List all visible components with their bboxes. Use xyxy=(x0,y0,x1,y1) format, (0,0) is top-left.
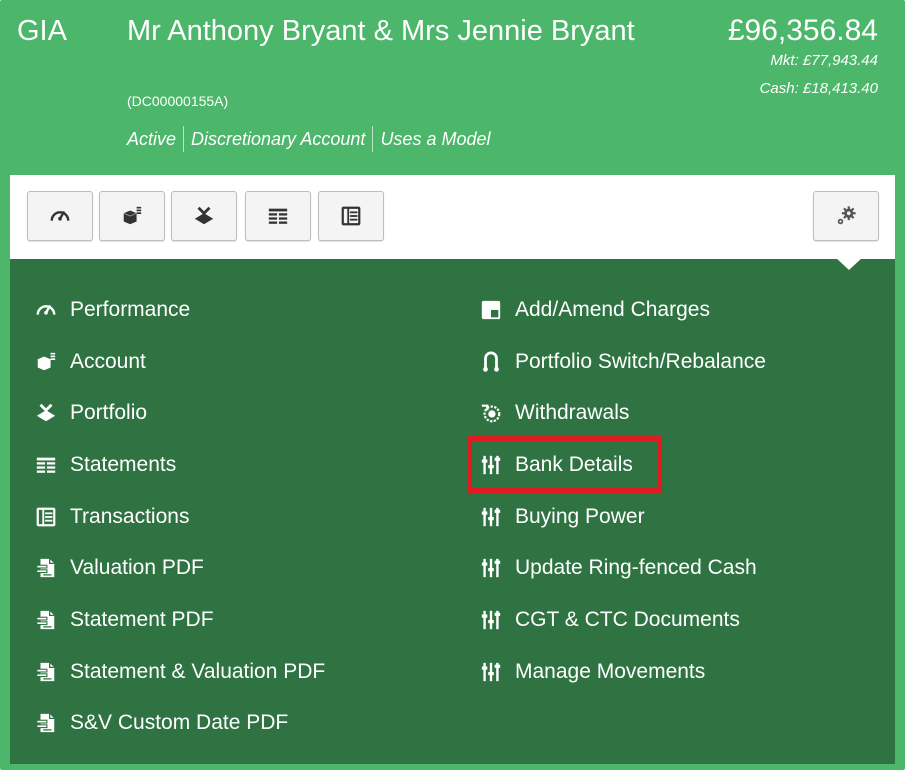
menu-pointer-caret xyxy=(835,257,863,270)
menu-item-statements[interactable]: Statements xyxy=(34,450,176,480)
sliders-icon xyxy=(480,609,502,631)
pdf-document-icon xyxy=(35,557,57,579)
menu-item-label: Add/Amend Charges xyxy=(515,298,710,321)
cash-value: Cash: £18,413.40 xyxy=(759,80,878,97)
withdrawals-icon xyxy=(480,402,502,424)
account-cube-icon xyxy=(121,205,143,227)
menu-item-buying-power[interactable]: Buying Power xyxy=(479,502,645,532)
menu-item-label: S&V Custom Date PDF xyxy=(70,711,289,734)
settings-button[interactable] xyxy=(813,191,879,241)
gears-icon xyxy=(835,205,857,227)
menu-item-transactions[interactable]: Transactions xyxy=(34,502,189,532)
menu-item-label: Valuation PDF xyxy=(70,556,204,579)
menu-item-label: CGT & CTC Documents xyxy=(515,608,740,631)
status-divider xyxy=(372,126,374,152)
menu-item-label: Statement PDF xyxy=(70,608,214,631)
account-cube-icon xyxy=(35,351,57,373)
menu-item-label: Statements xyxy=(70,453,177,476)
client-name: Mr Anthony Bryant & Mrs Jennie Bryant xyxy=(127,15,635,47)
menu-item-statement-pdf[interactable]: Statement PDF xyxy=(34,605,214,635)
transactions-ledger-icon xyxy=(35,506,57,528)
sliders-icon xyxy=(480,506,502,528)
menu-item-label: Withdrawals xyxy=(515,401,630,424)
total-value: £96,356.84 xyxy=(727,14,878,47)
status-divider xyxy=(183,126,185,152)
status-model: Uses a Model xyxy=(380,128,491,149)
account-tool-button[interactable] xyxy=(99,191,165,241)
status-discretionary: Discretionary Account xyxy=(191,128,366,149)
account-status-row: Active Discretionary Account Uses a Mode… xyxy=(127,126,491,152)
menu-item-label: Manage Movements xyxy=(515,660,706,683)
menu-item-portfolio[interactable]: Portfolio xyxy=(34,398,147,428)
menu-item-performance[interactable]: Performance xyxy=(34,295,190,325)
menu-item-sv-custom-date-pdf[interactable]: S&V Custom Date PDF xyxy=(34,708,288,738)
menu-item-portfolio-switch[interactable]: Portfolio Switch/Rebalance xyxy=(479,347,766,377)
client-reference: (DC00000155A) xyxy=(127,93,229,109)
quick-toolbar xyxy=(10,175,895,259)
pdf-document-icon xyxy=(35,609,57,631)
menu-item-add-amend-charges[interactable]: Add/Amend Charges xyxy=(479,295,710,325)
charges-icon xyxy=(480,299,502,321)
statements-table-icon xyxy=(267,205,289,227)
portfolio-icon xyxy=(35,402,57,424)
menu-item-manage-movements[interactable]: Manage Movements xyxy=(479,657,705,687)
pdf-document-icon xyxy=(35,661,57,683)
transactions-ledger-icon xyxy=(340,205,362,227)
bank-details-highlight xyxy=(467,436,662,493)
menu-item-label: Performance xyxy=(70,298,191,321)
pdf-document-icon xyxy=(35,712,57,734)
account-type: GIA xyxy=(17,15,67,47)
menu-item-label: Portfolio xyxy=(70,401,148,424)
menu-item-label: Update Ring-fenced Cash xyxy=(515,556,757,579)
menu-item-label: Account xyxy=(70,350,146,373)
market-value: Mkt: £77,943.44 xyxy=(770,52,878,69)
menu-item-label: Portfolio Switch/Rebalance xyxy=(515,350,766,373)
statements-tool-button[interactable] xyxy=(245,191,311,241)
portfolio-tool-button[interactable] xyxy=(171,191,237,241)
menu-item-withdrawals[interactable]: Withdrawals xyxy=(479,398,629,428)
sliders-icon xyxy=(480,661,502,683)
account-header: GIA Mr Anthony Bryant & Mrs Jennie Bryan… xyxy=(0,0,905,175)
menu-item-label: Statement & Valuation PDF xyxy=(70,660,326,683)
menu-item-update-ring-fenced-cash[interactable]: Update Ring-fenced Cash xyxy=(479,553,757,583)
transactions-tool-button[interactable] xyxy=(318,191,384,241)
performance-tool-button[interactable] xyxy=(27,191,93,241)
sliders-icon xyxy=(480,557,502,579)
statements-table-icon xyxy=(35,454,57,476)
account-card: GIA Mr Anthony Bryant & Mrs Jennie Bryan… xyxy=(0,0,905,770)
menu-item-cgt-ctc-documents[interactable]: CGT & CTC Documents xyxy=(479,605,740,635)
status-active: Active xyxy=(127,128,177,149)
menu-item-statement-valuation-pdf[interactable]: Statement & Valuation PDF xyxy=(34,657,325,687)
menu-item-account[interactable]: Account xyxy=(34,347,146,377)
switch-icon xyxy=(480,351,502,373)
menu-item-label: Transactions xyxy=(70,505,190,528)
speedometer-icon xyxy=(35,299,57,321)
menu-item-valuation-pdf[interactable]: Valuation PDF xyxy=(34,553,204,583)
portfolio-icon xyxy=(193,205,215,227)
menu-item-label: Buying Power xyxy=(515,505,645,528)
speedometer-icon xyxy=(49,205,71,227)
